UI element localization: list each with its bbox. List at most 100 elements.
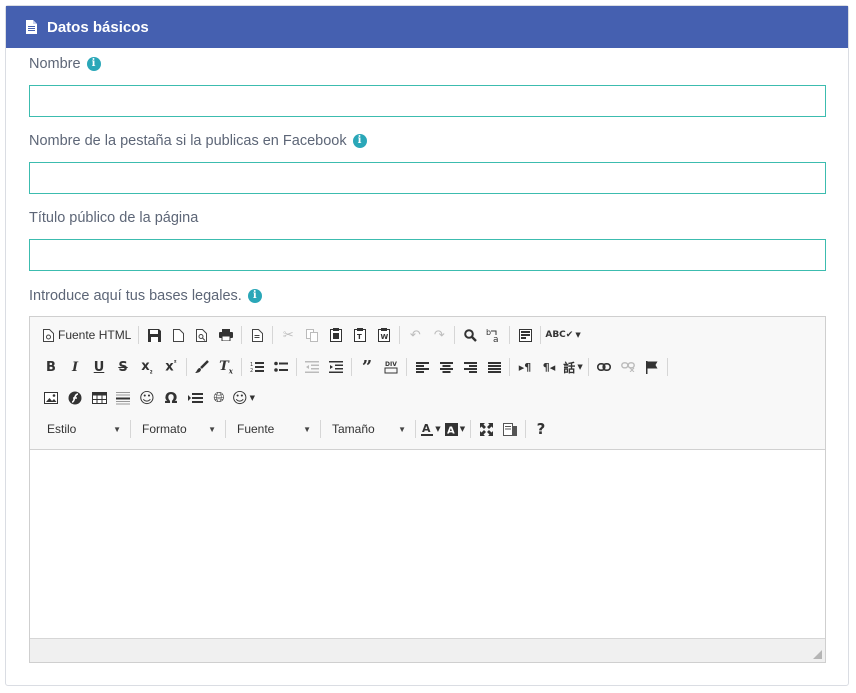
emoji-button[interactable]: ☺ ▼ [231,386,256,410]
svg-text:b: b [486,328,491,337]
select-all-button[interactable] [513,323,537,347]
preview-button[interactable] [190,323,214,347]
style-combo-label: Estilo [47,422,77,436]
templates-icon [251,328,263,342]
font-combo[interactable]: Fuente ▼ [229,418,317,440]
toolbar-row-4: Estilo ▼ Formato ▼ Fuente ▼ Tamaño ▼ A ▼ A ▼ ? [39,416,553,442]
align-right-button[interactable] [458,355,482,379]
underline-button[interactable]: U [87,355,111,379]
info-icon[interactable]: i [352,134,367,148]
background-color-button[interactable]: A ▼ [443,417,467,441]
show-blocks-button[interactable] [498,417,522,441]
undo-button[interactable]: ↶ [403,323,427,347]
save-icon [147,328,161,342]
numbered-list-button[interactable]: 12 [245,355,269,379]
name-label: Nombre i [29,56,101,72]
source-icon [43,328,54,342]
text-direction-rtl-button[interactable]: ¶◂ [537,355,561,379]
outdent-icon [305,361,319,373]
remove-format-button[interactable]: Tx [214,355,238,379]
svg-text:W: W [381,333,389,341]
toolbar-separator [415,420,416,438]
copy-format-button[interactable] [190,355,214,379]
horizontal-rule-button[interactable] [111,386,135,410]
cut-button[interactable]: ✂ [276,323,300,347]
paintbrush-icon [195,360,209,373]
table-button[interactable] [87,386,111,410]
increase-indent-button[interactable] [324,355,348,379]
iframe-button[interactable]: 🌐︎ [207,386,231,410]
panel-title: Datos básicos [47,18,149,36]
link-button[interactable] [592,355,616,379]
italic-button[interactable]: I [63,355,87,379]
toolbar-separator [351,358,352,376]
find-button[interactable] [458,323,482,347]
spellcheck-button[interactable]: ABC✔ ▼ [544,323,581,347]
templates-button[interactable] [245,323,269,347]
superscript-button[interactable]: x² [159,355,183,379]
quote-icon: ” [361,356,373,378]
bulleted-list-button[interactable] [269,355,293,379]
print-icon [219,329,234,341]
bold-button[interactable]: B [39,355,63,379]
align-justify-icon [487,361,501,373]
toolbar-row-2: B I U S x₂ x² Tx 12 ” DIV ▸¶ ¶◂ 話 ▼ [39,354,671,380]
justify-button[interactable] [482,355,506,379]
table-icon [91,392,107,404]
public-title-input[interactable] [29,239,826,271]
size-combo-label: Tamaño [332,422,375,436]
align-center-button[interactable] [434,355,458,379]
copy-button[interactable] [300,323,324,347]
image-button[interactable] [39,386,63,410]
toolbar-separator [138,326,140,344]
panel-header: Datos básicos [6,6,848,48]
print-button[interactable] [214,323,238,347]
info-icon[interactable]: i [247,289,262,303]
smiley-button[interactable]: ☺ [135,386,159,410]
size-combo[interactable]: Tamaño ▼ [324,418,412,440]
toolbar-separator [509,326,511,344]
replace-button[interactable]: ba [482,323,506,347]
resize-handle[interactable] [813,650,822,659]
style-combo[interactable]: Estilo ▼ [39,418,127,440]
save-button[interactable] [142,323,166,347]
spellcheck-icon: ABC✔ [545,330,574,340]
strikethrough-button[interactable]: S [111,355,135,379]
align-right-icon [463,361,477,373]
anchor-button[interactable] [640,355,664,379]
create-div-button[interactable]: DIV [379,355,403,379]
text-direction-ltr-button[interactable]: ▸¶ [513,355,537,379]
source-html-button[interactable]: Fuente HTML [39,323,135,347]
copy-icon [306,328,319,342]
page-break-icon [187,393,203,403]
new-page-button[interactable] [166,323,190,347]
facebook-tab-name-input[interactable] [29,162,826,194]
maximize-button[interactable] [474,417,498,441]
info-icon[interactable]: i [86,57,101,71]
format-combo[interactable]: Formato ▼ [134,418,222,440]
paste-from-word-button[interactable]: W [372,323,396,347]
subscript-button[interactable]: x₂ [135,355,159,379]
superscript-icon: x² [165,359,177,375]
text-color-button[interactable]: A ▼ [419,417,443,441]
help-button[interactable]: ? [529,417,553,441]
language-button[interactable]: 話 ▼ [561,355,585,379]
unlink-button[interactable] [616,355,640,379]
decrease-indent-button[interactable] [300,355,324,379]
redo-button[interactable]: ↷ [427,323,451,347]
blockquote-button[interactable]: ” [355,355,379,379]
toolbar-separator [320,420,321,438]
new-page-icon [172,328,184,342]
align-left-button[interactable] [410,355,434,379]
chevron-down-icon: ▼ [459,425,466,433]
svg-text:A: A [447,425,455,436]
search-icon [464,328,477,342]
rich-text-editor: Fuente HTML ✂ T W ↶ ↷ ba ABC✔ ▼ B I U S … [29,316,826,663]
special-char-button[interactable]: Ω [159,386,183,410]
name-input[interactable] [29,85,826,117]
page-break-button[interactable] [183,386,207,410]
flash-button[interactable] [63,386,87,410]
paste-button[interactable] [324,323,348,347]
editor-content-area[interactable] [30,450,825,638]
paste-text-button[interactable]: T [348,323,372,347]
